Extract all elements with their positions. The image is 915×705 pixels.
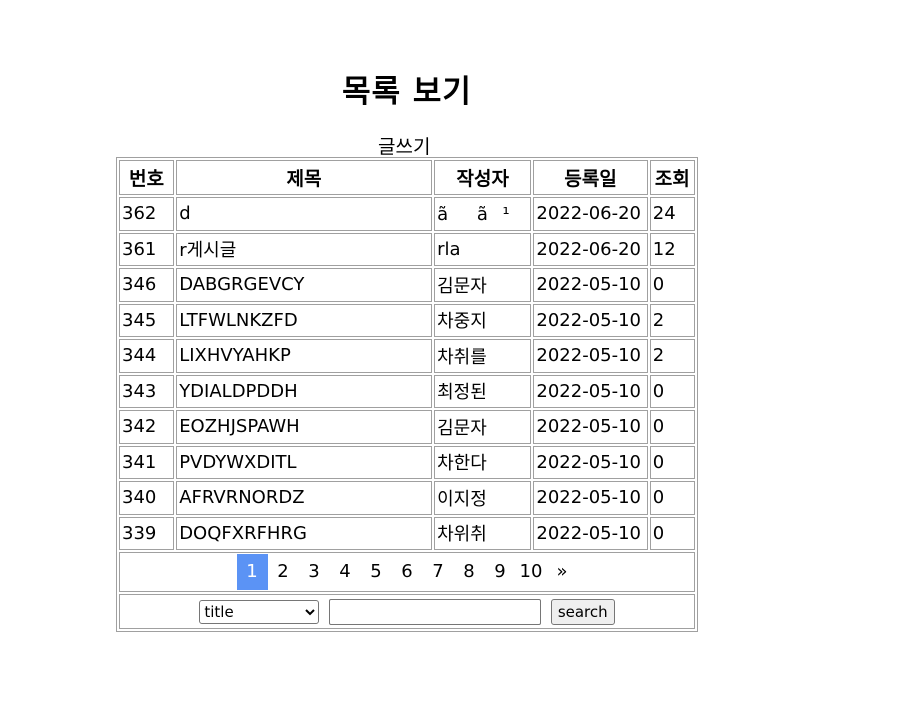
cell-date: 2022-05-10: [533, 481, 648, 515]
cell-date: 2022-05-10: [533, 268, 648, 302]
page-link-1[interactable]: 1: [236, 554, 268, 590]
cell-title[interactable]: d: [176, 197, 433, 231]
pagination-row: 1 2 3 4 5 6 7 8 9 10»: [119, 552, 695, 592]
cell-author: rla: [434, 232, 532, 266]
cell-number: 341: [119, 445, 175, 479]
cell-date: 2022-05-10: [533, 516, 648, 550]
cell-views: 2: [649, 339, 695, 373]
board-table-container: 번호 제목 작성자 등록일 조회 362 d ãã¹ 2022-06-20 24 3…: [116, 157, 698, 632]
cell-author: 차위취: [434, 516, 532, 550]
cell-title[interactable]: EOZHJSPAWH: [176, 410, 433, 444]
cell-title[interactable]: DOQFXRFHRG: [176, 516, 433, 550]
cell-title[interactable]: DABGRGEVCY: [176, 268, 433, 302]
pagination-cell: 1 2 3 4 5 6 7 8 9 10»: [119, 552, 695, 592]
cell-author: 김문자: [434, 268, 532, 302]
cell-title[interactable]: LTFWLNKZFD: [176, 303, 433, 337]
cell-title[interactable]: YDIALDPDDH: [176, 374, 433, 408]
cell-date: 2022-06-20: [533, 197, 648, 231]
cell-author: 김문자: [434, 410, 532, 444]
cell-views: 0: [649, 516, 695, 550]
cell-number: 342: [119, 410, 175, 444]
cell-views: 2: [649, 303, 695, 337]
cell-views: 0: [649, 374, 695, 408]
cell-author: 차취를: [434, 339, 532, 373]
cell-number: 345: [119, 303, 175, 337]
page-link-8[interactable]: 8: [454, 554, 485, 590]
cell-views: 0: [649, 410, 695, 444]
column-header-date: 등록일: [533, 160, 648, 195]
cell-views: 0: [649, 481, 695, 515]
page-link-4[interactable]: 4: [330, 554, 361, 590]
page-link-10[interactable]: 10: [516, 554, 547, 590]
cell-date: 2022-06-20: [533, 232, 648, 266]
search-row: title search: [119, 594, 695, 629]
table-row: 342 EOZHJSPAWH 김문자 2022-05-10 0: [119, 410, 695, 444]
table-row: 346 DABGRGEVCY 김문자 2022-05-10 0: [119, 268, 695, 302]
table-row: 343 YDIALDPDDH 최정된 2022-05-10 0: [119, 374, 695, 408]
cell-number: 346: [119, 268, 175, 302]
column-header-author: 작성자: [434, 160, 532, 195]
table-row: 341 PVDYWXDITL 차한다 2022-05-10 0: [119, 445, 695, 479]
cell-date: 2022-05-10: [533, 374, 648, 408]
page-link-2[interactable]: 2: [268, 554, 299, 590]
cell-number: 343: [119, 374, 175, 408]
cell-date: 2022-05-10: [533, 303, 648, 337]
table-row: 361 r게시글 rla 2022-06-20 12: [119, 232, 695, 266]
column-header-title: 제목: [176, 160, 433, 195]
page-link-5[interactable]: 5: [361, 554, 392, 590]
cell-views: 24: [649, 197, 695, 231]
cell-title[interactable]: AFRVRNORDZ: [176, 481, 433, 515]
cell-title[interactable]: LIXHVYAHKP: [176, 339, 433, 373]
cell-author: 이지정: [434, 481, 532, 515]
cell-author: 차한다: [434, 445, 532, 479]
cell-title[interactable]: PVDYWXDITL: [176, 445, 433, 479]
cell-number: 344: [119, 339, 175, 373]
cell-date: 2022-05-10: [533, 410, 648, 444]
table-header-row: 번호 제목 작성자 등록일 조회: [119, 160, 695, 195]
table-row: 340 AFRVRNORDZ 이지정 2022-05-10 0: [119, 481, 695, 515]
cell-number: 361: [119, 232, 175, 266]
search-button[interactable]: search: [550, 598, 615, 625]
column-header-views: 조회: [649, 160, 695, 195]
cell-views: 0: [649, 445, 695, 479]
search-field-select[interactable]: title: [199, 599, 320, 624]
column-header-number: 번호: [119, 160, 175, 195]
page-link-6[interactable]: 6: [392, 554, 423, 590]
cell-number: 340: [119, 481, 175, 515]
cell-views: 12: [649, 232, 695, 266]
table-row: 362 d ãã¹ 2022-06-20 24: [119, 197, 695, 231]
next-page-link[interactable]: »: [547, 554, 578, 590]
cell-date: 2022-05-10: [533, 339, 648, 373]
board-table: 번호 제목 작성자 등록일 조회 362 d ãã¹ 2022-06-20 24 3…: [117, 158, 697, 631]
search-input[interactable]: [329, 598, 542, 625]
search-cell: title search: [119, 594, 695, 629]
cell-author: 최정된: [434, 374, 532, 408]
cell-title[interactable]: r게시글: [176, 232, 433, 266]
page-title: 목록 보기: [342, 74, 472, 110]
table-row: 345 LTFWLNKZFD 차중지 2022-05-10 2: [119, 303, 695, 337]
page-link-7[interactable]: 7: [423, 554, 454, 590]
pagination: 1 2 3 4 5 6 7 8 9 10»: [236, 554, 578, 590]
page-link-9[interactable]: 9: [485, 554, 516, 590]
table-row: 339 DOQFXRFHRG 차위취 2022-05-10 0: [119, 516, 695, 550]
cell-number: 339: [119, 516, 175, 550]
write-link[interactable]: 글쓰기: [378, 132, 430, 159]
cell-author: 차중지: [434, 303, 532, 337]
table-row: 344 LIXHVYAHKP 차취를 2022-05-10 2: [119, 339, 695, 373]
cell-views: 0: [649, 268, 695, 302]
page-link-3[interactable]: 3: [299, 554, 330, 590]
cell-number: 362: [119, 197, 175, 231]
cell-author: ãã¹: [434, 197, 532, 231]
cell-date: 2022-05-10: [533, 445, 648, 479]
